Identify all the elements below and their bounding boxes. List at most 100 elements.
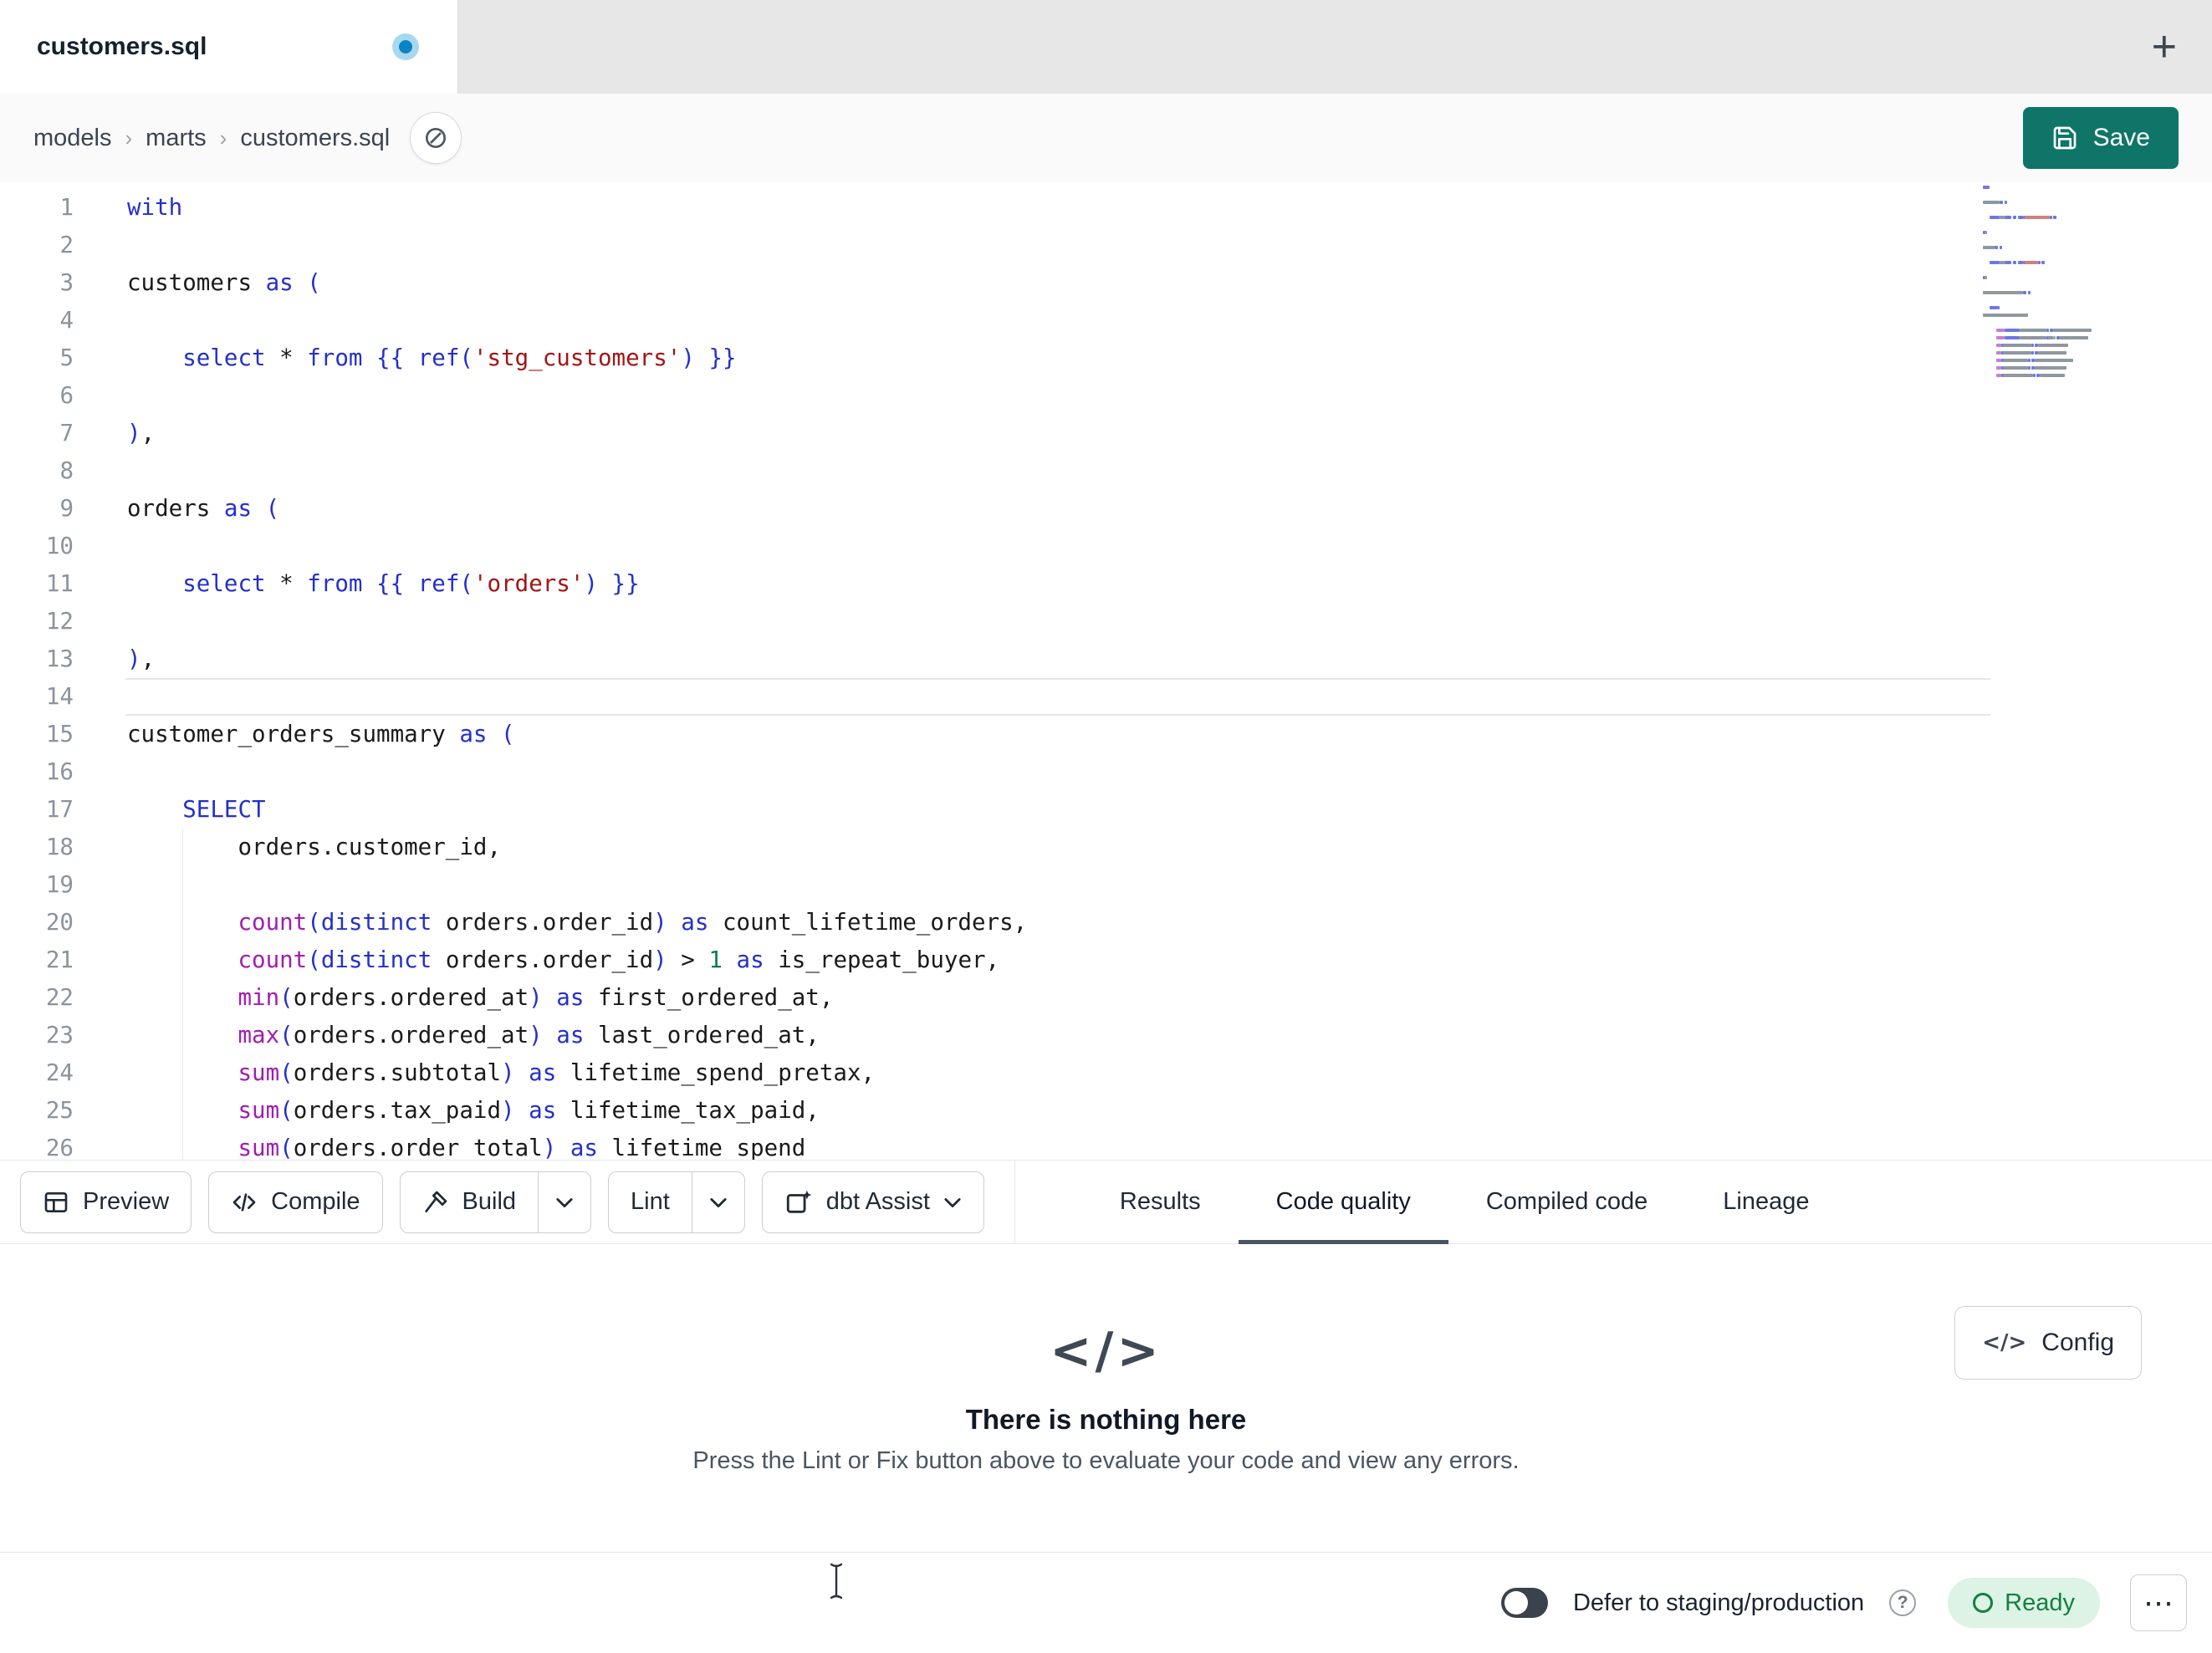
tab-lineage[interactable]: Lineage xyxy=(1685,1161,1847,1243)
code-text: sum(orders.subtotal) as lifetime_spend_p… xyxy=(238,1059,876,1086)
code-line-20[interactable]: 20 count(distinct orders.order_id) as co… xyxy=(0,904,2212,941)
build-dropdown[interactable] xyxy=(538,1171,590,1232)
line-number: 13 xyxy=(45,645,74,672)
lint-label: Lint xyxy=(631,1188,670,1215)
breadcrumb-separator: › xyxy=(125,125,133,151)
code-line-3[interactable]: 3 customers as ( xyxy=(0,264,2212,302)
hammer-icon xyxy=(424,1191,447,1212)
line-number: 14 xyxy=(45,683,74,710)
code-line-10[interactable]: 10 xyxy=(0,528,2212,565)
line-number: 11 xyxy=(45,570,74,597)
docs-preview-button[interactable] xyxy=(410,112,462,164)
code-line-23[interactable]: 23 max(orders.ordered_at) as last_ordere… xyxy=(0,1017,2212,1054)
code-line-15[interactable]: 15 customer_orders_summary as ( xyxy=(0,716,2212,753)
line-number: 21 xyxy=(45,946,74,973)
code-line-21[interactable]: 21 count(distinct orders.order_id) > 1 a… xyxy=(0,941,2212,979)
code-line-13[interactable]: 13), xyxy=(0,640,2212,678)
code-editor[interactable]: 1 with 2 3 customers as ( 4 5 select * from {{… xyxy=(0,182,2212,1160)
save-button-label: Save xyxy=(2092,124,2150,151)
minimap[interactable] xyxy=(1983,186,2113,386)
code-text: select * from {{ ref('stg_customers') }} xyxy=(182,344,737,371)
tab-code-quality[interactable]: Code quality xyxy=(1238,1161,1449,1244)
code-line-7[interactable]: 7), xyxy=(0,415,2212,452)
empty-state-title: There is nothing here xyxy=(965,1403,1247,1435)
line-number: 8 xyxy=(59,457,74,484)
line-number: 22 xyxy=(45,984,74,1011)
dbt-assist-button[interactable]: dbt Assist xyxy=(761,1171,984,1233)
defer-toggle[interactable] xyxy=(1500,1588,1548,1618)
unsaved-changes-indicator xyxy=(399,40,412,54)
code-line-18[interactable]: 18 orders.customer_id, xyxy=(0,829,2212,866)
code-line-25[interactable]: 25 sum(orders.tax_paid) as lifetime_tax_… xyxy=(0,1092,2212,1130)
tab-title: customers.sql xyxy=(37,33,207,60)
panel-tabs: Results Code quality Compiled code Linea… xyxy=(1082,1161,1847,1244)
code-line-12[interactable]: 12 xyxy=(0,603,2212,640)
sparkle-edit-icon xyxy=(786,1190,811,1213)
tab-customers-sql[interactable]: customers.sql xyxy=(0,0,458,94)
line-number: 4 xyxy=(59,307,74,334)
code-text: orders as ( xyxy=(127,495,280,522)
circle-slash-icon xyxy=(426,128,447,148)
code-line-1[interactable]: 1 with xyxy=(0,189,2212,227)
code-line-4[interactable]: 4 xyxy=(0,302,2212,339)
code-line-24[interactable]: 24 sum(orders.subtotal) as lifetime_spen… xyxy=(0,1054,2212,1092)
breadcrumb-separator: › xyxy=(219,125,227,151)
code-line-14[interactable]: 14 xyxy=(0,678,2212,716)
code-text: sum(orders.order_total) as lifetime_spen… xyxy=(238,1135,806,1160)
code-line-17[interactable]: 17 SELECT xyxy=(0,791,2212,829)
build-label: Build xyxy=(462,1188,517,1215)
breadcrumb-models[interactable]: models xyxy=(33,125,112,152)
code-line-26[interactable]: 26 sum(orders.order_total) as lifetime_s… xyxy=(0,1130,2212,1160)
compile-label: Compile xyxy=(271,1188,360,1215)
code-text: SELECT xyxy=(182,796,266,823)
lint-dropdown[interactable] xyxy=(691,1171,744,1232)
line-number: 10 xyxy=(45,533,74,559)
line-number: 16 xyxy=(45,758,74,785)
tab-compiled-code[interactable]: Compiled code xyxy=(1448,1161,1685,1243)
code-text: sum(orders.tax_paid) as lifetime_tax_pai… xyxy=(238,1097,820,1124)
preview-label: Preview xyxy=(83,1188,170,1215)
code-text: ), xyxy=(127,420,156,446)
code-text: customer_orders_summary as ( xyxy=(127,721,515,747)
defer-label: Defer to staging/production xyxy=(1572,1589,1865,1616)
code-line-6[interactable]: 6 xyxy=(0,377,2212,415)
table-icon xyxy=(44,1191,68,1212)
new-tab-button[interactable]: + xyxy=(2152,25,2177,69)
code-line-2[interactable]: 2 xyxy=(0,227,2212,264)
overflow-menu-button[interactable]: ⋯ xyxy=(2130,1574,2187,1631)
line-number: 9 xyxy=(59,495,74,522)
dbt-assist-label: dbt Assist xyxy=(825,1188,930,1215)
tab-results[interactable]: Results xyxy=(1082,1161,1239,1243)
code-line-16[interactable]: 16 xyxy=(0,753,2212,791)
config-button[interactable]: </> Config xyxy=(1954,1306,2142,1380)
code-text: with xyxy=(127,194,183,221)
help-icon[interactable]: ? xyxy=(1889,1589,1917,1616)
code-quality-panel: </> There is nothing here Press the Lint… xyxy=(0,1244,2212,1552)
code-icon: </> xyxy=(1982,1330,2027,1355)
code-line-8[interactable]: 8 xyxy=(0,452,2212,490)
compile-button[interactable]: Compile xyxy=(208,1171,383,1233)
build-button[interactable]: Build xyxy=(399,1171,592,1233)
line-number: 19 xyxy=(45,871,74,898)
line-number: 23 xyxy=(45,1022,74,1048)
code-line-5[interactable]: 5 select * from {{ ref('stg_customers') … xyxy=(0,339,2212,377)
line-number: 7 xyxy=(59,420,74,446)
preview-button[interactable]: Preview xyxy=(20,1171,192,1233)
code-line-22[interactable]: 22 min(orders.ordered_at) as first_order… xyxy=(0,979,2212,1017)
dbt-ide-window: customers.sql + models › marts › custome… xyxy=(0,0,2212,1653)
line-number: 3 xyxy=(59,269,74,296)
lint-button[interactable]: Lint xyxy=(608,1171,745,1233)
save-icon xyxy=(2053,126,2076,150)
ready-status-badge[interactable]: Ready xyxy=(1948,1578,2100,1628)
code-line-11[interactable]: 11 select * from {{ ref('orders') }} xyxy=(0,565,2212,603)
code-line-19[interactable]: 19 xyxy=(0,866,2212,904)
chevron-down-icon xyxy=(710,1197,727,1207)
breadcrumb-bar: models › marts › customers.sql Save xyxy=(0,94,2212,182)
save-button[interactable]: Save xyxy=(2022,107,2179,169)
code-line-9[interactable]: 9 orders as ( xyxy=(0,490,2212,528)
status-bar: Defer to staging/production ? Ready ⋯ xyxy=(0,1552,2212,1653)
breadcrumb-marts[interactable]: marts xyxy=(146,125,207,152)
line-number: 26 xyxy=(45,1135,74,1160)
ready-label: Ready xyxy=(2005,1589,2075,1616)
code-text: orders.customer_id, xyxy=(127,834,502,860)
